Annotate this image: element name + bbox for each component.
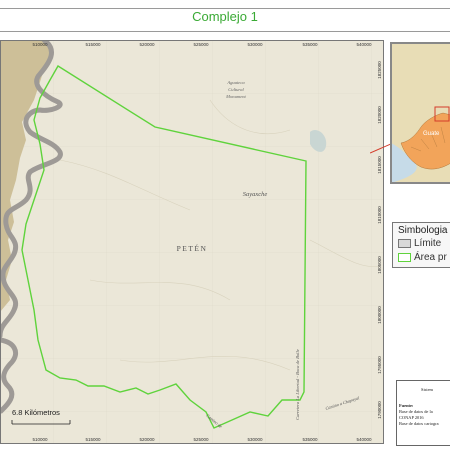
sources-line: Base de datos de la xyxy=(399,409,433,414)
inset-country-label: Guate xyxy=(423,131,440,137)
label-aguateca-2: Cultural xyxy=(228,87,244,92)
coord-top-label: 530000 xyxy=(247,42,263,47)
coord-top-label: 510000 xyxy=(32,42,48,47)
coord-bottom-label: 520000 xyxy=(139,437,155,442)
map-sheet: Complejo 1 PETÉN Sayaxche Aguateca Cultu xyxy=(0,0,450,450)
locator-map[interactable]: Guate xyxy=(390,42,450,184)
locator-map-graphic: Guate xyxy=(391,43,450,183)
coord-bottom-label: 530000 xyxy=(247,437,263,442)
scale-bar: 6.8 Kilómetros xyxy=(4,408,74,428)
legend-title: Simbologia xyxy=(398,225,448,236)
sources-line: CONAP 2016 xyxy=(399,415,424,420)
coord-bottom-label: 510000 xyxy=(32,437,48,442)
legend-item-label: Límite xyxy=(414,238,442,249)
label-aguateca-3: Monument xyxy=(225,94,246,99)
legend-item-limit: Límite xyxy=(398,238,441,249)
sources-box: Sistem Fuente: Base de datos de la CONAP… xyxy=(396,380,450,446)
coord-top-label: 520000 xyxy=(139,42,155,47)
limit-swatch xyxy=(398,238,411,248)
coord-right-label: 1825000 xyxy=(377,61,382,79)
legend-item-label: Área pr xyxy=(414,252,447,263)
legend: Simbologia Límite Área pr xyxy=(392,222,450,268)
scale-bar-graphic xyxy=(11,420,71,425)
sources-line: Fuente: xyxy=(399,403,414,408)
coord-right-label: 1815000 xyxy=(377,156,382,174)
coord-bottom-label: 515000 xyxy=(85,437,101,442)
coord-top-label: 525000 xyxy=(193,42,209,47)
label-boundary-road: Carretera La Libertad - Boca de Bolle xyxy=(295,349,300,420)
coord-bottom-label: 535000 xyxy=(302,437,318,442)
coord-top-label: 535000 xyxy=(302,42,318,47)
scale-label: 6.8 Kilómetros xyxy=(12,408,60,417)
coord-right-label: 1810000 xyxy=(377,206,382,224)
sources-line: Base de datos cartogra xyxy=(399,421,439,426)
coord-bottom-label: 540000 xyxy=(356,437,372,442)
sources-line: Sistem xyxy=(421,387,433,392)
coord-bottom-label: 525000 xyxy=(193,437,209,442)
area-swatch xyxy=(398,252,411,262)
label-peten: PETÉN xyxy=(177,243,208,253)
coord-top-label: 540000 xyxy=(356,42,372,47)
coord-right-label: 1795000 xyxy=(377,356,382,374)
page-title: Complejo 1 xyxy=(192,9,258,24)
label-aguateca-1: Aguateca xyxy=(226,80,245,85)
legend-item-area: Área pr xyxy=(398,252,447,263)
label-sayaxche: Sayaxche xyxy=(243,191,268,198)
coord-top-label: 515000 xyxy=(85,42,101,47)
coord-right-label: 1790000 xyxy=(377,401,382,419)
coord-right-label: 1800000 xyxy=(377,306,382,324)
main-map[interactable]: PETÉN Sayaxche Aguateca Cultural Monumen… xyxy=(0,40,384,444)
coord-right-label: 1805000 xyxy=(377,256,382,274)
